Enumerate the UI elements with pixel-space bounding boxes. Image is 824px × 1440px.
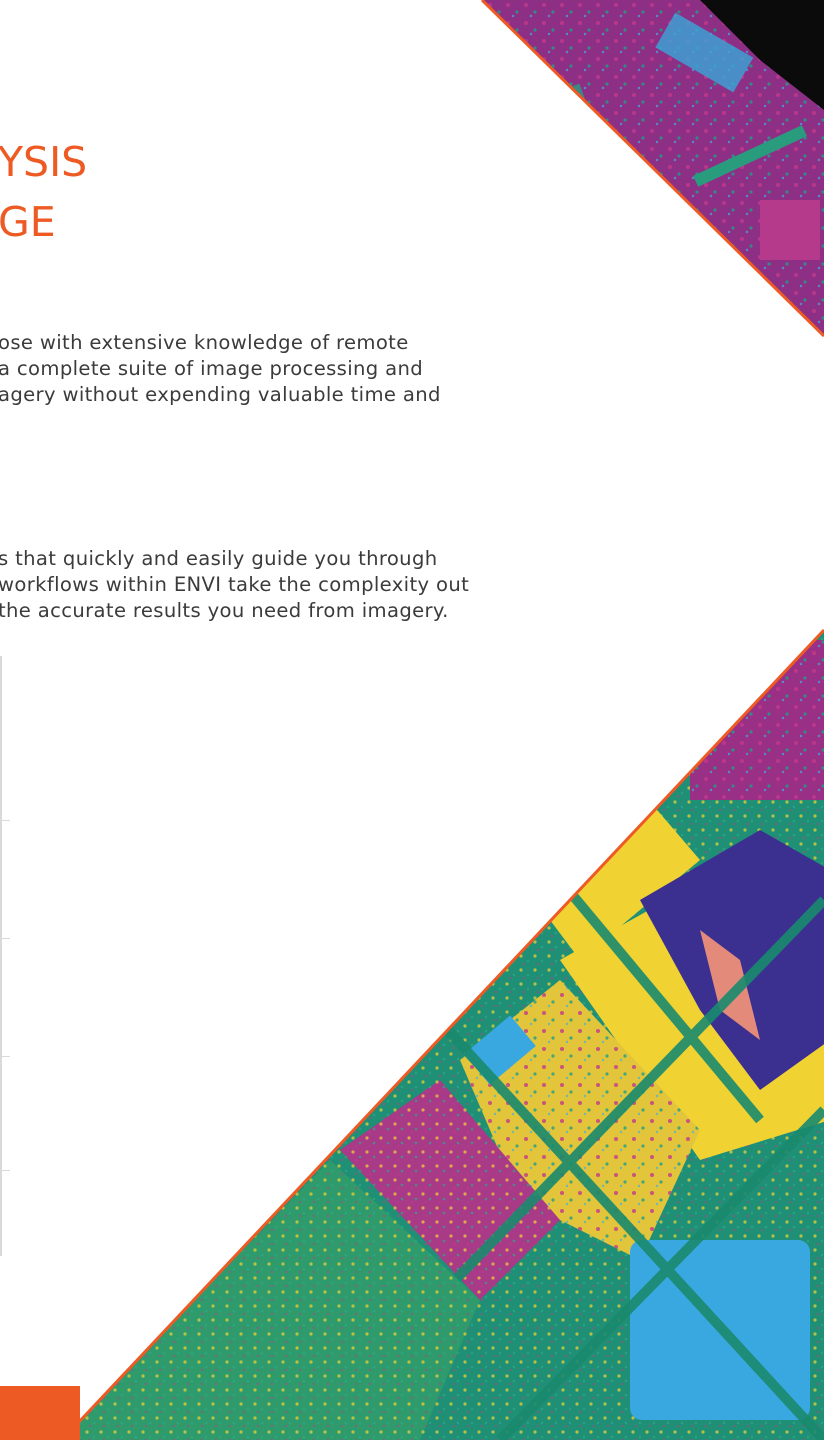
workflow-line: s that quickly and easily guide you thro… [0,547,438,570]
workflow-paragraph: s that quickly and easily guide you thro… [0,546,469,624]
intro-paragraph: ose with extensive knowledge of remote a… [0,330,441,408]
intro-line: ose with extensive knowledge of remote [0,331,409,354]
title-line-1: YSIS [0,138,88,186]
divider-tick [0,938,10,939]
divider-tick [0,820,10,821]
workflow-line: the accurate results you need from image… [0,599,449,622]
title-line-2: GE [0,198,56,246]
divider-tick [0,1170,10,1171]
intro-line: agery without expending valuable time an… [0,383,441,406]
satellite-imagery-artwork [60,0,824,1440]
bottom-imagery-area [62,630,824,1440]
divider-tick [0,1056,10,1057]
workflow-line: workflows within ENVI take the complexit… [0,573,470,596]
left-divider-rule [0,656,2,1256]
top-imagery-corner [482,0,824,336]
intro-line: a complete suite of image processing and [0,357,424,380]
orange-accent-bar [0,1386,80,1440]
brochure-page: YSIS GE ose with extensive knowledge of … [0,0,824,1440]
